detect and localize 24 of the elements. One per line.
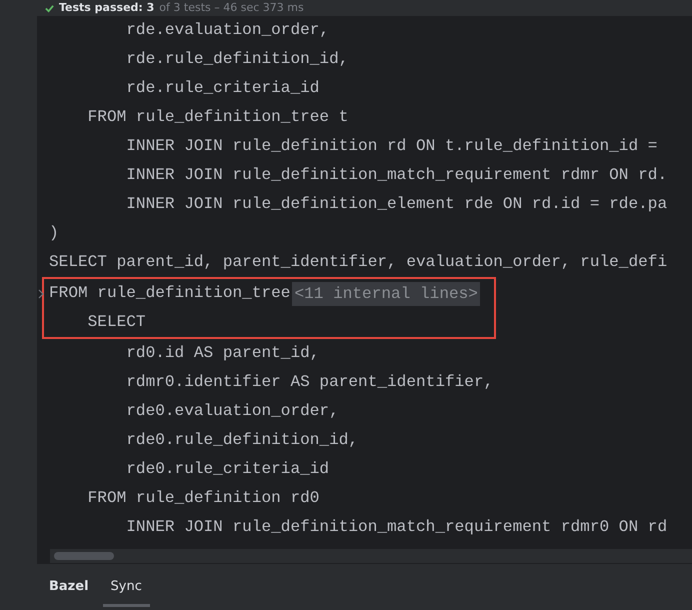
tool-window-tab[interactable]: Bazel xyxy=(41,567,97,607)
code-line: FROM rule_definition_tree t xyxy=(86,107,348,128)
code-line: rde.evaluation_order, xyxy=(125,20,330,41)
code-line: FROM rule_definition rd0 xyxy=(86,488,320,509)
test-status-detail: of 3 tests – 46 sec 373 ms xyxy=(159,0,304,16)
code-line: ) xyxy=(49,223,59,244)
code-line: INNER JOIN rule_definition_match_requirement rdmr ON rd. xyxy=(125,165,668,186)
code-line: rde0.rule_criteria_id xyxy=(125,459,330,480)
code-line: rde0.rule_definition_id, xyxy=(125,430,358,451)
code-line: FROM rule_definition_tree xyxy=(49,283,290,304)
code-line: rd0.id AS parent_id, xyxy=(125,343,320,364)
code-line: rde.rule_criteria_id xyxy=(125,78,320,99)
code-line: SELECT parent_id, parent_identifier, evaluation_order, rule_defi xyxy=(49,252,668,273)
test-status-title: Tests passed: 3 xyxy=(59,0,154,16)
scrollbar-thumb[interactable] xyxy=(54,552,114,560)
code-line: rde.rule_definition_id, xyxy=(125,49,348,70)
code-line: INNER JOIN rule_definition_match_requirement rdmr0 ON rd xyxy=(125,517,668,538)
horizontal-scrollbar[interactable] xyxy=(50,549,692,563)
code-line: rdmr0.identifier AS parent_identifier, xyxy=(125,372,494,393)
code-line: SELECT xyxy=(86,312,146,333)
code-line: rde0.evaluation_order, xyxy=(125,401,339,422)
tool-window-tab[interactable]: Sync xyxy=(102,567,150,607)
code-line: INNER JOIN rule_definition rd ON t.rule_definition_id = xyxy=(125,136,658,157)
code-line: INNER JOIN rule_definition_element rde ON rd.id = rde.pa xyxy=(125,194,668,215)
